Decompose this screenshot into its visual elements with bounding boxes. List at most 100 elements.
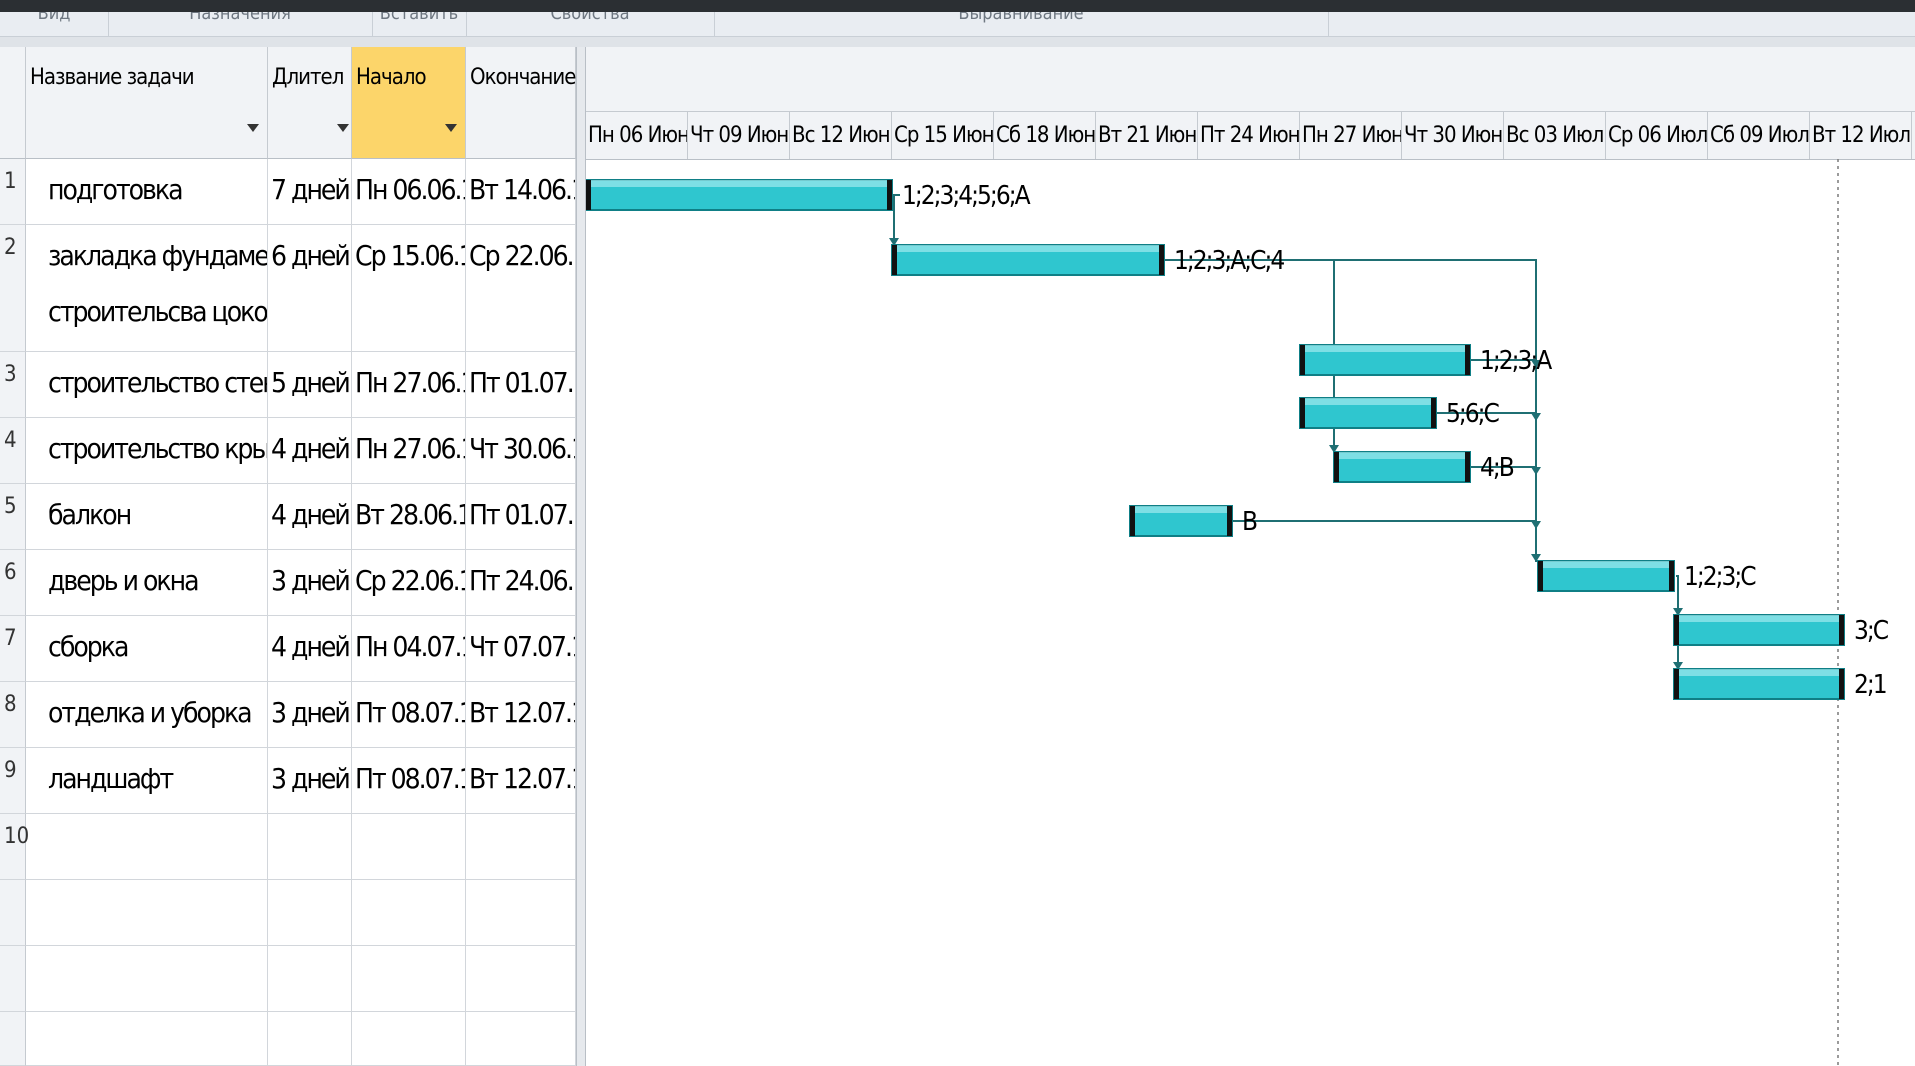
cell-name[interactable]: закладка фундамента и строительсва цоколя bbox=[26, 225, 268, 352]
split-bar[interactable] bbox=[576, 47, 586, 1066]
row-number[interactable]: 3 bbox=[0, 352, 26, 418]
column-header-finish[interactable]: Окончание bbox=[466, 47, 576, 159]
ribbon-group-properties[interactable]: Свойства bbox=[466, 12, 715, 36]
task-bar-highlight[interactable] bbox=[1300, 398, 1436, 405]
cell-start[interactable]: Пн 06.06.11 bbox=[352, 159, 466, 225]
cell-name[interactable]: строительство стен bbox=[26, 352, 268, 418]
ribbon-group-align[interactable]: Выравнивание bbox=[714, 12, 1329, 36]
row-number[interactable]: 9 bbox=[0, 748, 26, 814]
cell-duration[interactable]: 3 дней bbox=[268, 682, 352, 748]
cell-start[interactable]: Вт 28.06.11 bbox=[352, 484, 466, 550]
column-header-duration[interactable]: Длител bbox=[268, 47, 352, 159]
row-number[interactable]: 6 bbox=[0, 550, 26, 616]
column-header-start[interactable]: Начало bbox=[352, 47, 466, 159]
cell-name[interactable] bbox=[26, 814, 268, 880]
task-bar-highlight[interactable] bbox=[1130, 506, 1232, 513]
column-header-task-name[interactable]: Название задачи bbox=[26, 47, 268, 159]
cell-finish[interactable] bbox=[466, 814, 576, 880]
filter-dropdown-icon[interactable] bbox=[445, 124, 457, 132]
cell-name[interactable]: балкон bbox=[26, 484, 268, 550]
cell-duration[interactable]: 3 дней bbox=[268, 748, 352, 814]
bar-end-marker[interactable] bbox=[1227, 506, 1232, 536]
task-bar-highlight[interactable] bbox=[1334, 452, 1470, 459]
cell-finish[interactable]: Чт 30.06.11 bbox=[466, 418, 576, 484]
cell-name[interactable] bbox=[26, 1012, 268, 1066]
cell-finish[interactable]: Вт 12.07.11 bbox=[466, 748, 576, 814]
cell-duration[interactable]: 4 дней bbox=[268, 616, 352, 682]
cell-finish[interactable] bbox=[466, 880, 576, 946]
cell-duration[interactable] bbox=[268, 946, 352, 1012]
cell-duration[interactable] bbox=[268, 1012, 352, 1066]
bar-start-marker[interactable] bbox=[892, 245, 897, 275]
row-number[interactable] bbox=[0, 1012, 26, 1066]
ribbon-group-view[interactable]: Вид bbox=[0, 12, 109, 36]
cell-name[interactable] bbox=[26, 946, 268, 1012]
cell-name[interactable]: строительство крыши bbox=[26, 418, 268, 484]
row-number[interactable]: 8 bbox=[0, 682, 26, 748]
cell-finish[interactable]: Ср 22.06.11 bbox=[466, 225, 576, 352]
cell-finish[interactable] bbox=[466, 946, 576, 1012]
row-number[interactable] bbox=[0, 880, 26, 946]
cell-start[interactable]: Пт 08.07.11 bbox=[352, 748, 466, 814]
bar-end-marker[interactable] bbox=[1159, 245, 1164, 275]
task-bar-highlight[interactable] bbox=[1674, 615, 1844, 622]
cell-finish[interactable]: Вт 14.06.11 bbox=[466, 159, 576, 225]
row-number[interactable]: 4 bbox=[0, 418, 26, 484]
bar-end-marker[interactable] bbox=[1465, 345, 1470, 375]
bar-start-marker[interactable] bbox=[1334, 452, 1339, 482]
ribbon-group-insert[interactable]: Вставить bbox=[372, 12, 467, 36]
select-all-corner[interactable] bbox=[0, 47, 26, 159]
cell-name[interactable]: дверь и окна bbox=[26, 550, 268, 616]
cell-duration[interactable]: 6 дней bbox=[268, 225, 352, 352]
cell-finish[interactable]: Чт 07.07.11 bbox=[466, 616, 576, 682]
task-bar-highlight[interactable] bbox=[586, 180, 892, 187]
cell-finish[interactable]: Вт 12.07.11 bbox=[466, 682, 576, 748]
bar-start-marker[interactable] bbox=[1300, 398, 1305, 428]
bar-end-marker[interactable] bbox=[1465, 452, 1470, 482]
row-number[interactable] bbox=[0, 946, 26, 1012]
cell-name[interactable]: подготовка bbox=[26, 159, 268, 225]
cell-duration[interactable] bbox=[268, 880, 352, 946]
cell-name[interactable]: ландшафт bbox=[26, 748, 268, 814]
cell-start[interactable]: Ср 22.06.11 bbox=[352, 550, 466, 616]
cell-start[interactable]: Пн 27.06.11 bbox=[352, 418, 466, 484]
cell-duration[interactable]: 5 дней bbox=[268, 352, 352, 418]
bar-end-marker[interactable] bbox=[1669, 561, 1674, 591]
bar-start-marker[interactable] bbox=[1300, 345, 1305, 375]
row-number[interactable]: 7 bbox=[0, 616, 26, 682]
row-number[interactable]: 1 bbox=[0, 159, 26, 225]
cell-duration[interactable]: 4 дней bbox=[268, 484, 352, 550]
ribbon-group-assignments[interactable]: Назначения bbox=[108, 12, 373, 36]
cell-start[interactable] bbox=[352, 946, 466, 1012]
cell-duration[interactable]: 7 дней bbox=[268, 159, 352, 225]
cell-start[interactable] bbox=[352, 880, 466, 946]
cell-start[interactable] bbox=[352, 814, 466, 880]
cell-finish[interactable]: Пт 24.06.11 bbox=[466, 550, 576, 616]
bar-start-marker[interactable] bbox=[1674, 615, 1679, 645]
cell-duration[interactable]: 4 дней bbox=[268, 418, 352, 484]
task-bar-highlight[interactable] bbox=[1538, 561, 1674, 568]
cell-finish[interactable]: Пт 01.07.11 bbox=[466, 484, 576, 550]
cell-start[interactable]: Пт 08.07.11 bbox=[352, 682, 466, 748]
cell-finish[interactable]: Пт 01.07.11 bbox=[466, 352, 576, 418]
filter-dropdown-icon[interactable] bbox=[247, 124, 259, 132]
bar-end-marker[interactable] bbox=[1839, 669, 1844, 699]
bar-start-marker[interactable] bbox=[586, 180, 591, 210]
bar-end-marker[interactable] bbox=[1431, 398, 1436, 428]
cell-start[interactable] bbox=[352, 1012, 466, 1066]
task-bar-highlight[interactable] bbox=[1674, 669, 1844, 676]
cell-duration[interactable]: 3 дней bbox=[268, 550, 352, 616]
cell-start[interactable]: Пн 04.07.11 bbox=[352, 616, 466, 682]
bar-end-marker[interactable] bbox=[1839, 615, 1844, 645]
bar-start-marker[interactable] bbox=[1674, 669, 1679, 699]
row-number[interactable]: 10 bbox=[0, 814, 29, 880]
row-number[interactable]: 5 bbox=[0, 484, 26, 550]
bar-end-marker[interactable] bbox=[887, 180, 892, 210]
row-number[interactable]: 2 bbox=[0, 225, 26, 352]
cell-finish[interactable] bbox=[466, 1012, 576, 1066]
cell-start[interactable]: Пн 27.06.11 bbox=[352, 352, 466, 418]
task-bar-highlight[interactable] bbox=[892, 245, 1164, 252]
cell-start[interactable]: Ср 15.06.11 bbox=[352, 225, 466, 352]
cell-name[interactable]: сборка bbox=[26, 616, 268, 682]
cell-duration[interactable] bbox=[268, 814, 352, 880]
